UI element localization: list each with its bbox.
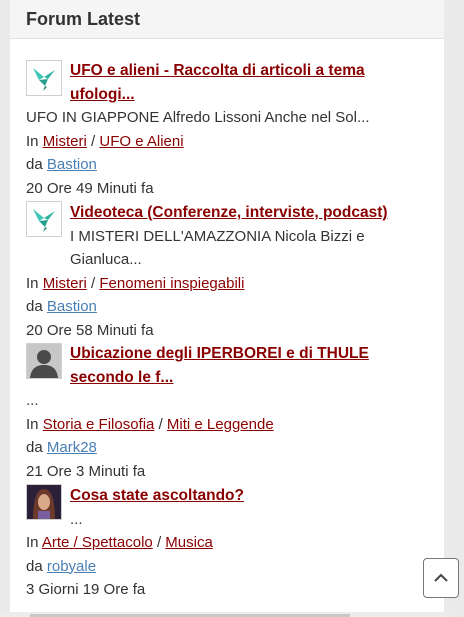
- horizontal-scrollbar[interactable]: [0, 612, 453, 617]
- forum-latest-widget: Forum Latest UFO e alieni - Raccolta di …: [10, 0, 444, 617]
- post-list: UFO e alieni - Raccolta di articoli a te…: [10, 39, 444, 602]
- post-head: Ubicazione degli IPERBOREI e di THULE se…: [26, 342, 428, 389]
- category-separator: /: [156, 534, 162, 551]
- back-to-top-button[interactable]: [423, 558, 459, 598]
- post-title-wrap: Cosa state ascoltando? ...: [70, 484, 244, 531]
- category-link[interactable]: Arte / Spettacolo: [42, 534, 153, 551]
- post-category-line: In Arte / Spettacolo / Musica: [26, 531, 428, 555]
- post-author-line: da robyale: [26, 555, 428, 579]
- by-label: da: [26, 156, 43, 173]
- post-category-line: In Misteri / UFO e Alieni: [26, 130, 428, 154]
- post-item: Ubicazione degli IPERBOREI e di THULE se…: [26, 342, 428, 483]
- post-title-wrap: UFO e alieni - Raccolta di articoli a te…: [70, 59, 428, 106]
- post-item: Cosa state ascoltando? ... In Arte / Spe…: [26, 483, 428, 602]
- post-item: UFO e alieni - Raccolta di articoli a te…: [26, 59, 428, 200]
- in-label: In: [26, 274, 39, 292]
- post-time: 3 Giorni 19 Ore fa: [26, 581, 146, 598]
- post-title-link[interactable]: Ubicazione degli IPERBOREI e di THULE se…: [70, 345, 369, 386]
- post-title-link[interactable]: UFO e alieni - Raccolta di articoli a te…: [70, 62, 365, 103]
- default-user-avatar[interactable]: [26, 343, 62, 379]
- widget-header: Forum Latest: [10, 0, 444, 39]
- post-head: Cosa state ascoltando? ...: [26, 483, 428, 531]
- post-title-link[interactable]: Videoteca (Conferenze, interviste, podca…: [70, 204, 388, 221]
- category-separator: /: [91, 274, 96, 292]
- hummingbird-icon: [33, 209, 55, 232]
- hummingbird-avatar[interactable]: [26, 60, 62, 96]
- hummingbird-icon: [33, 68, 55, 91]
- post-item: Videoteca (Conferenze, interviste, podca…: [26, 200, 428, 342]
- subcategory-link[interactable]: Miti e Leggende: [167, 416, 274, 433]
- portrait-icon: [27, 485, 61, 519]
- post-excerpt: ...: [26, 392, 39, 409]
- in-label: In: [26, 415, 39, 433]
- post-title-wrap: Ubicazione degli IPERBOREI e di THULE se…: [70, 342, 428, 389]
- post-author-line: da Mark28: [26, 436, 428, 460]
- author-link[interactable]: Mark28: [47, 439, 97, 456]
- category-separator: /: [158, 415, 163, 433]
- widget-title: Forum Latest: [26, 9, 141, 29]
- post-title-link[interactable]: Cosa state ascoltando?: [70, 487, 244, 504]
- subcategory-link[interactable]: Fenomeni inspiegabili: [99, 275, 244, 292]
- user-silhouette-icon: [30, 350, 58, 378]
- author-link[interactable]: Bastion: [47, 156, 97, 173]
- category-link[interactable]: Misteri: [43, 275, 87, 292]
- post-category-line: In Misteri / Fenomeni inspiegabili: [26, 272, 428, 296]
- chevron-up-icon: [434, 573, 448, 582]
- author-link[interactable]: robyale: [47, 558, 96, 575]
- by-label: da: [26, 557, 43, 575]
- author-link[interactable]: Bastion: [47, 298, 97, 315]
- subcategory-link[interactable]: UFO e Alieni: [99, 133, 183, 150]
- post-time: 20 Ore 49 Minuti fa: [26, 179, 154, 197]
- post-head: UFO e alieni - Raccolta di articoli a te…: [26, 59, 428, 106]
- post-category-line: In Storia e Filosofia / Miti e Leggende: [26, 413, 428, 437]
- by-label: da: [26, 439, 43, 456]
- by-label: da: [26, 298, 43, 315]
- post-author-line: da Bastion: [26, 295, 428, 319]
- category-link[interactable]: Misteri: [43, 133, 87, 150]
- post-time: 21 Ore 3 Minuti fa: [26, 462, 146, 480]
- post-time: 20 Ore 58 Minuti fa: [26, 321, 154, 339]
- subcategory-link[interactable]: Musica: [165, 534, 213, 551]
- post-excerpt: ...: [70, 510, 83, 528]
- post-head: Videoteca (Conferenze, interviste, podca…: [26, 200, 428, 272]
- in-label: In: [26, 534, 39, 551]
- post-excerpt: UFO IN GIAPPONE Alfredo Lissoni Anche ne…: [26, 109, 370, 126]
- post-excerpt: I MISTERI DELL'AMAZZONIA Nicola Bizzi e …: [70, 227, 365, 269]
- in-label: In: [26, 132, 39, 150]
- category-separator: /: [91, 132, 96, 150]
- photo-avatar[interactable]: [26, 484, 62, 520]
- category-link[interactable]: Storia e Filosofia: [43, 416, 155, 433]
- post-title-wrap: Videoteca (Conferenze, interviste, podca…: [70, 201, 428, 272]
- hummingbird-avatar[interactable]: [26, 201, 62, 237]
- post-author-line: da Bastion: [26, 153, 428, 177]
